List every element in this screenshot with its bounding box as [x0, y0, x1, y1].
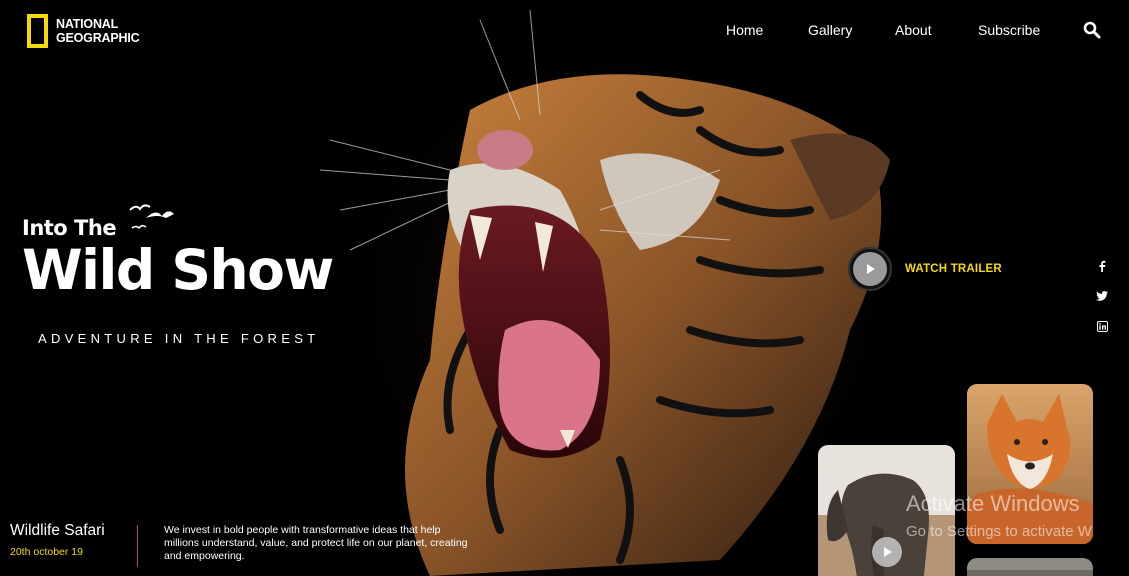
play-icon[interactable] — [872, 537, 902, 567]
play-button-ring — [848, 247, 892, 291]
nav-item-about[interactable]: About — [895, 22, 932, 38]
hero-pretitle-row: Into The — [22, 200, 175, 240]
animal-thumbnail-card[interactable] — [967, 558, 1093, 576]
watch-trailer-button[interactable]: WATCH TRAILER — [848, 247, 1002, 291]
activate-windows-title: Activate Windows — [906, 491, 1080, 516]
main-nav: Home Gallery About Subscribe — [0, 22, 1129, 40]
nav-item-home[interactable]: Home — [726, 22, 763, 38]
footer-divider — [137, 525, 138, 567]
facebook-icon[interactable] — [1094, 258, 1110, 274]
hero-title: Wild Show — [22, 238, 334, 302]
fox-card[interactable] — [967, 384, 1093, 544]
search-icon[interactable] — [1083, 21, 1101, 39]
twitter-icon[interactable] — [1094, 288, 1110, 304]
footer-date: 20th october 19 — [10, 546, 83, 558]
activate-windows-subtitle: Go to Settings to activate W — [906, 523, 1092, 540]
nav-item-subscribe[interactable]: Subscribe — [978, 22, 1040, 38]
play-icon — [853, 252, 887, 286]
animal-thumbnail-image — [967, 558, 1093, 576]
watch-trailer-label: WATCH TRAILER — [905, 263, 1002, 275]
linkedin-icon[interactable] — [1094, 318, 1110, 334]
birds-icon — [129, 204, 175, 230]
footer-description: We invest in bold people with transforma… — [164, 524, 468, 562]
fox-image — [967, 384, 1093, 544]
footer-title: Wildlife Safari — [10, 522, 105, 539]
hero-pretitle: Into The — [22, 216, 117, 240]
social-links — [1094, 258, 1110, 348]
hero-subtitle: ADVENTURE IN THE FOREST — [38, 331, 320, 346]
nav-item-gallery[interactable]: Gallery — [808, 22, 852, 38]
